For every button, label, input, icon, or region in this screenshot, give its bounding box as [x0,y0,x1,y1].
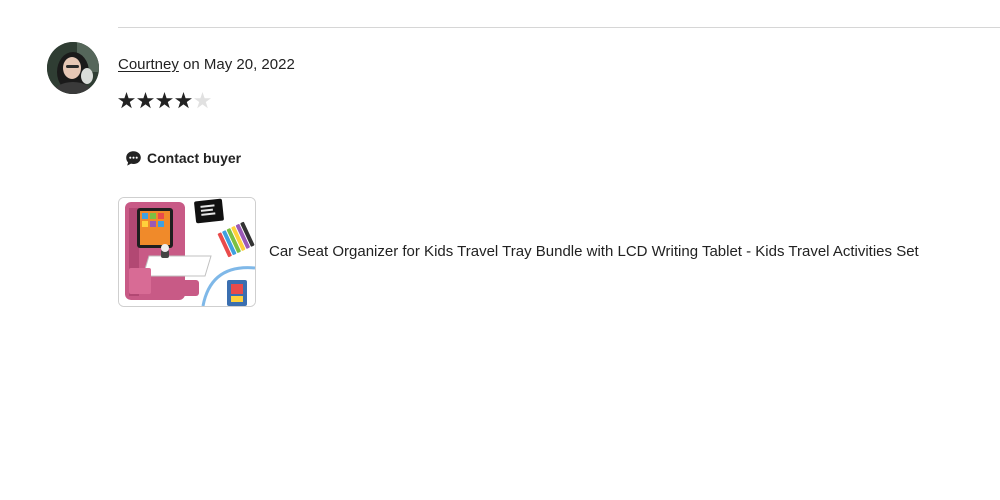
review-date: on May 20, 2022 [183,56,295,73]
divider [118,27,1000,28]
avatar-image [47,42,99,94]
star-filled-icon [118,92,135,109]
product-thumbnail[interactable] [118,197,256,307]
product-link[interactable]: Car Seat Organizer for Kids Travel Tray … [118,197,919,307]
star-rating [117,89,212,113]
star-filled-icon [175,92,192,109]
product-title[interactable]: Car Seat Organizer for Kids Travel Tray … [269,242,919,262]
review-card: Courtney on May 20, 2022 Contact buyer C… [0,0,1000,500]
avatar[interactable] [47,42,99,94]
star-filled-icon [137,92,154,109]
contact-buyer-button[interactable]: Contact buyer [125,148,241,168]
star-filled-icon [156,92,173,109]
contact-buyer-label: Contact buyer [147,150,242,166]
product-image [119,198,255,306]
chat-bubble-icon [126,150,141,166]
reviewer-name-link[interactable]: Courtney [118,56,179,73]
review-header: Courtney on May 20, 2022 [118,55,295,75]
star-empty-icon [194,92,211,109]
